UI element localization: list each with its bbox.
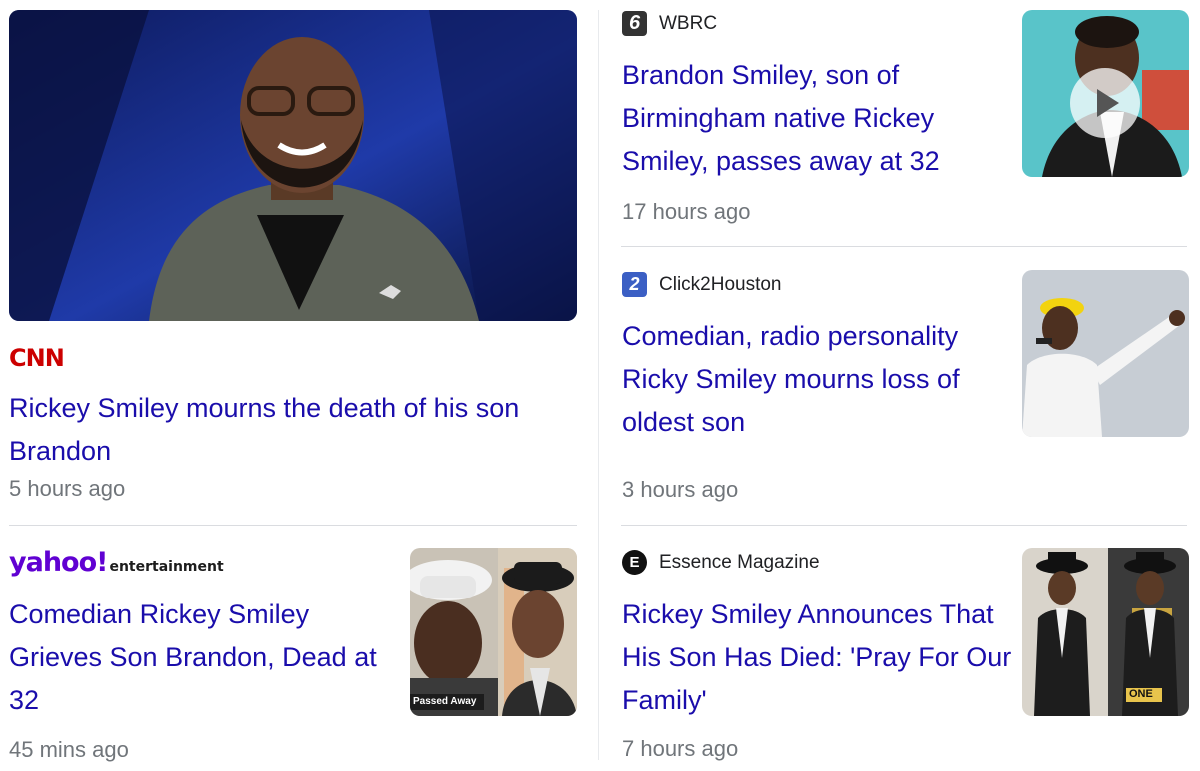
play-video-icon[interactable] bbox=[1070, 68, 1140, 138]
article-thumbnail-wbrc[interactable] bbox=[1022, 10, 1189, 177]
wbrc-favicon-icon: 6 bbox=[622, 11, 647, 36]
yahoo-entertainment-logo: yahoo! entertainment bbox=[9, 547, 224, 578]
cnn-logo: CNN bbox=[9, 344, 65, 372]
source-name: Essence Magazine bbox=[659, 551, 820, 573]
timestamp-yahoo: 45 mins ago bbox=[9, 737, 129, 762]
essence-favicon-icon: E bbox=[622, 550, 647, 575]
headline-cnn[interactable]: Rickey Smiley mourns the death of his so… bbox=[9, 387, 579, 473]
yahoo-brand-suffix: entertainment bbox=[109, 559, 224, 575]
thumbnail-caption: ONE bbox=[1129, 688, 1153, 700]
article-thumbnail-click2houston[interactable] bbox=[1022, 270, 1189, 437]
column-divider bbox=[598, 10, 599, 760]
headline-wbrc[interactable]: Brandon Smiley, son of Birmingham native… bbox=[622, 54, 1007, 183]
headline-click2houston[interactable]: Comedian, radio personality Ricky Smiley… bbox=[622, 315, 1007, 444]
divider bbox=[621, 246, 1187, 247]
source-essence: E Essence Magazine bbox=[622, 550, 820, 575]
article-thumbnail-essence[interactable]: ONE bbox=[1022, 548, 1189, 716]
source-click2houston: 2 Click2Houston bbox=[622, 272, 782, 297]
click2houston-favicon-icon: 2 bbox=[622, 272, 647, 297]
thumbnail-caption: Passed Away bbox=[413, 696, 477, 707]
timestamp-wbrc: 17 hours ago bbox=[622, 199, 751, 224]
headline-essence[interactable]: Rickey Smiley Announces That His Son Has… bbox=[622, 593, 1022, 722]
headline-yahoo[interactable]: Comedian Rickey Smiley Grieves Son Brand… bbox=[9, 593, 394, 722]
article-image-cnn[interactable] bbox=[9, 10, 577, 321]
divider bbox=[621, 525, 1187, 526]
timestamp-click2houston: 3 hours ago bbox=[622, 477, 739, 502]
article-thumbnail-yahoo[interactable]: Passed Away bbox=[410, 548, 577, 716]
yahoo-brand: yahoo! bbox=[9, 547, 108, 578]
source-wbrc: 6 WBRC bbox=[622, 11, 717, 36]
timestamp-essence: 7 hours ago bbox=[622, 736, 739, 761]
timestamp-cnn: 5 hours ago bbox=[9, 476, 126, 501]
divider bbox=[9, 525, 577, 526]
source-name: WBRC bbox=[659, 12, 718, 34]
source-name: Click2Houston bbox=[659, 273, 782, 295]
